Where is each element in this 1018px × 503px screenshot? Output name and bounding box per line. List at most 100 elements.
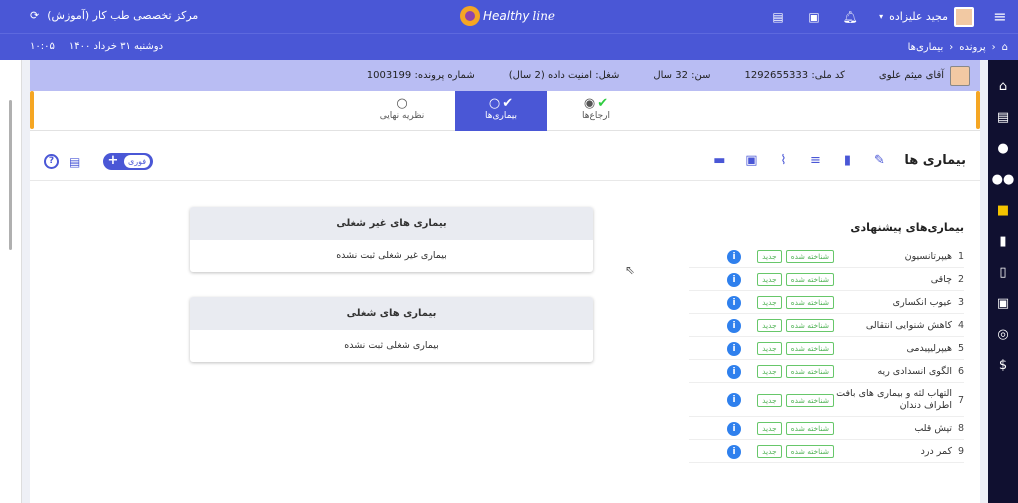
tab-final-opinion[interactable]: ○ نظریه نهایی [356,91,448,131]
patient-info-bar: آقای میثم علوی کد ملی: 1292655333 سن: 32… [30,60,980,91]
records-icon[interactable]: ▤ [995,109,1011,125]
card-title: بیماری های شغلی [190,297,593,330]
new-badge[interactable]: جدید [757,393,782,407]
patient-national-id: کد ملی: 1292655333 [744,70,845,81]
user-menu[interactable]: مجید علیزاده ▾ [879,6,974,27]
new-badge[interactable]: جدید [757,319,782,332]
check-circle-icon: ✔ [597,96,609,111]
info-icon[interactable]: i [727,364,742,379]
card-empty-text: بیماری غیر شغلی ثبت نشده [336,250,447,261]
playlist-add-icon[interactable]: ≡ [808,153,822,168]
disease-name: التهاب لثه و بیماری های بافت اطراف دندان [836,388,952,411]
known-badge[interactable]: شناخته شده [785,296,834,309]
main-panel: ◉ ✔ ارجاع‌ها ○ ✔ بیماری‌ها ○ نظریه نهایی ب… [30,91,980,503]
suggested-title: بیماری‌های پیشنهادی [850,221,964,234]
chevron-down-icon: ▾ [879,12,884,21]
left-scrollbar[interactable] [0,60,22,503]
id-card-icon[interactable]: ▣ [744,153,758,168]
new-badge[interactable]: جدید [757,342,782,355]
tab-diseases[interactable]: ○ ✔ بیماری‌ها [455,91,547,131]
new-badge[interactable]: جدید [757,445,782,458]
known-badge[interactable]: شناخته شده [785,319,834,332]
item-number: 7 [957,394,964,406]
item-number: 6 [957,366,964,377]
known-badge[interactable]: شناخته شده [785,273,834,286]
disease-name: هیپرتانسیون [904,250,952,262]
card-empty-text: بیماری شغلی ثبت نشده [344,340,439,351]
info-icon[interactable]: i [727,341,742,356]
disease-name: چاقی [930,273,952,285]
known-badge[interactable]: شناخته شده [785,342,834,355]
bar-chart-icon[interactable]: ▮ [995,233,1011,249]
new-badge[interactable]: جدید [757,422,782,435]
info-icon[interactable]: i [727,393,742,407]
known-badge[interactable]: شناخته شده [785,393,834,407]
scrollbar-thumb[interactable] [9,100,12,250]
known-badge[interactable]: شناخته شده [785,365,834,378]
item-number: 1 [957,251,964,262]
non-occupational-card: بیماری های غیر شغلی بیماری غیر شغلی ثبت … [190,207,593,272]
group-icon[interactable]: ●● [992,171,1015,187]
pdf-icon[interactable]: ▯ [995,264,1011,280]
id-card-icon[interactable]: ▣ [995,295,1011,311]
edit-icon[interactable]: ✎ [872,153,886,168]
add-icon[interactable]: + [106,154,120,168]
info-icon[interactable]: i [727,318,742,333]
center-name[interactable]: مرکز تخصصی طب کار (آموزش) ⟳ [30,9,198,22]
known-badge[interactable]: شناخته شده [785,422,834,435]
clipboard-alert-icon[interactable]: ▮ [840,153,854,168]
current-date: دوشنبه ۳۱ خرداد ۱۴۰۰ [68,41,164,52]
new-badge[interactable]: جدید [757,296,782,309]
person-icon[interactable]: ● [995,140,1011,156]
bell-icon[interactable]: 🔔︎ [842,10,857,24]
item-number: 3 [957,297,964,308]
section-title: بیماری ها [904,153,966,168]
fingerprint-icon[interactable]: ◎ [995,326,1011,342]
disease-name: الگوی انسدادی ریه [877,365,952,377]
home-icon[interactable]: ⌂ [1002,42,1008,53]
known-badge[interactable]: شناخته شده [785,445,834,458]
check-circle-icon: ✔ [502,96,514,111]
list-item: 3 عیوب انکساری شناخته شده جدید i [689,292,964,314]
item-number: 5 [957,343,964,354]
list-item: 8 تپش قلب شناخته شده جدید i [689,418,964,440]
suggested-diseases: بیماری‌های پیشنهادی 1 هیپرتانسیون شناخته ش… [689,221,964,464]
delete-icon[interactable]: ▬ [712,153,726,168]
urgent-toggle[interactable]: + فوری [103,153,154,170]
new-badge[interactable]: جدید [757,273,782,286]
known-badge[interactable]: شناخته شده [785,250,834,263]
info-icon[interactable]: i [727,272,742,287]
chat-alert-icon[interactable]: ▤ [771,10,785,24]
help-icon[interactable]: ? [44,154,59,169]
patient-file-number: شماره پرونده: 1003199 [366,70,475,81]
info-icon[interactable]: i [727,444,742,459]
breadcrumb-diseases[interactable]: بیماری‌ها [908,42,944,53]
info-icon[interactable]: i [727,295,742,310]
attachment-icon[interactable]: ⌇ [776,153,790,168]
list-item: 9 کمر درد شناخته شده جدید i [689,441,964,463]
urgent-badge: فوری [124,155,151,168]
dollar-icon[interactable]: $ [995,357,1011,373]
disease-name: هیپرلیپیدمی [906,342,952,354]
folder-icon[interactable]: ■ [995,202,1011,218]
refresh-icon[interactable]: ⟳ [30,9,39,22]
mouse-cursor-icon: ⇖ [625,263,636,277]
disease-name: کمر درد [920,445,952,457]
breadcrumb-file[interactable]: پرونده [959,42,985,53]
folder-add-icon[interactable]: ▣ [807,10,821,24]
step-tabs: ◉ ✔ ارجاع‌ها ○ ✔ بیماری‌ها ○ نظریه نهایی [30,91,980,131]
occupational-card: بیماری های شغلی بیماری شغلی ثبت نشده [190,297,593,362]
checklist-icon[interactable]: ▤ [69,155,83,169]
item-number: 2 [957,274,964,285]
new-badge[interactable]: جدید [757,365,782,378]
patient-avatar [950,65,970,86]
new-badge[interactable]: جدید [757,250,782,263]
info-icon[interactable]: i [727,249,742,264]
info-icon[interactable]: i [727,421,742,436]
list-item: 2 چاقی شناخته شده جدید i [689,269,964,291]
avatar [954,6,974,27]
home-icon[interactable]: ⌂ [995,78,1011,94]
menu-icon[interactable]: ≡ [988,7,1012,26]
list-item: 6 الگوی انسدادی ریه شناخته شده جدید i [689,361,964,383]
tab-referrals[interactable]: ◉ ✔ ارجاع‌ها [550,91,642,131]
